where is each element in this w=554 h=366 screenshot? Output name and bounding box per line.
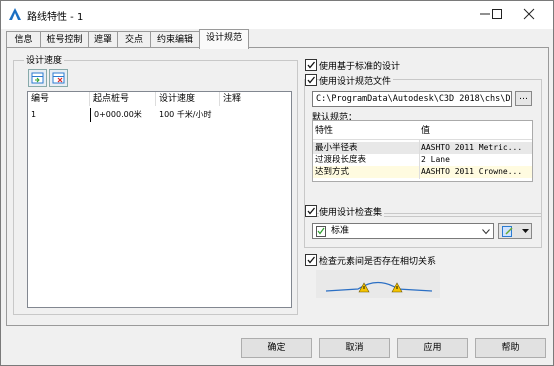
cell-value[interactable]: 2 Lane [421,154,527,166]
edit-checkset-icon [502,226,513,237]
check-set-dropdown[interactable]: 标准 [312,223,494,239]
table-row[interactable]: 过渡段长度表 2 Lane [313,154,532,166]
maximize-icon[interactable] [491,8,503,20]
civil3d-logo-icon [9,8,21,20]
check-set-icon [316,226,326,237]
column-header-note[interactable]: 注释 [220,92,291,106]
design-speed-table[interactable]: 编号 起点桩号 设计速度 注释 1 0+000.00米 100 千米/小时 [27,91,292,308]
design-speed-group-title: 设计速度 [24,53,65,66]
use-check-set-label: 使用设计检查集 [319,205,385,218]
browse-button[interactable]: … [515,91,532,106]
cell-value[interactable]: AASHTO 2011 Crowne... [421,166,527,178]
cell-design-speed[interactable]: 100 千米/小时 [156,108,220,122]
checkmark-icon [307,76,316,84]
cell-start-station[interactable]: 0+000.00米 [90,108,156,122]
column-header-value: 值 [421,126,431,136]
tangency-check-label: 检查元素间是否存在相切关系 [319,257,437,267]
use-criteria-checkbox[interactable] [305,59,317,71]
criteria-file-path[interactable]: C:\ProgramData\Autodesk\C3D 2018\chs\D [312,91,512,107]
close-icon [523,8,535,20]
column-header-property: 特性 [315,126,334,136]
dialog-window: 路线特性 - 1 信息 桩号控制 遮罩 交点 约束编辑 设计规范 设计速度 编号… [0,0,554,366]
column-divider [419,139,420,179]
tab-pi[interactable]: 交点 [117,31,151,48]
title-bar: 路线特性 - 1 [1,1,553,29]
default-criteria-table[interactable]: 特性 值 最小半径表 AASHTO 2011 Metric... 过渡段长度表 … [312,120,533,182]
column-header-start-station[interactable]: 起点桩号 [90,92,156,106]
window-title: 路线特性 - 1 [27,12,84,23]
table-row[interactable]: 达到方式 AASHTO 2011 Crowne... [313,166,532,178]
tangency-check-checkbox[interactable] [305,254,317,266]
dropdown-arrow-icon [522,229,529,233]
cancel-button[interactable]: 取消 [319,338,390,358]
cell-property: 最小半径表 [315,143,358,153]
delete-speed-button[interactable] [49,69,68,87]
help-button[interactable]: 帮助 [475,338,546,358]
cell-value[interactable]: AASHTO 2011 Metric... [421,142,527,154]
ellipsis-icon: … [519,92,528,102]
apply-button[interactable]: 应用 [397,338,468,358]
use-criteria-file-label: 使用设计规范文件 [319,74,394,87]
minimize-icon [480,13,490,15]
tab-design-criteria[interactable]: 设计规范 [199,29,249,49]
tab-masking[interactable]: 遮罩 [88,31,118,48]
table-row[interactable]: 最小半径表 AASHTO 2011 Metric... [313,142,532,154]
tab-station-control[interactable]: 桩号控制 [40,31,89,48]
close-button[interactable] [507,1,551,27]
chevron-down-icon [482,229,490,235]
check-set-selected: 标准 [331,226,350,236]
design-criteria-panel: 设计速度 编号 起点桩号 设计速度 注释 1 0+000.00米 100 千米/… [6,47,549,326]
cell-note[interactable] [220,108,291,122]
cell-number: 1 [31,110,37,119]
delete-row-icon [52,72,65,84]
column-header-number[interactable]: 编号 [28,92,90,106]
cell-property: 达到方式 [315,167,350,177]
tangency-illustration [316,270,440,298]
add-row-icon [31,72,44,84]
use-criteria-file-checkbox[interactable] [305,74,317,86]
cell-property: 过渡段长度表 [315,155,367,165]
tab-constraint-editing[interactable]: 约束编辑 [150,31,200,48]
use-check-set-checkbox[interactable] [305,205,317,217]
ok-button[interactable]: 确定 [241,338,312,358]
tab-info[interactable]: 信息 [6,31,41,48]
add-speed-button[interactable] [28,69,47,87]
checkmark-icon [307,61,316,69]
table-header: 特性 值 [313,123,532,140]
checkmark-icon [307,256,316,264]
column-header-design-speed[interactable]: 设计速度 [156,92,220,106]
use-criteria-label: 使用基于标准的设计 [319,62,401,72]
checkmark-icon [307,207,316,215]
edit-check-set-button[interactable] [498,223,532,239]
